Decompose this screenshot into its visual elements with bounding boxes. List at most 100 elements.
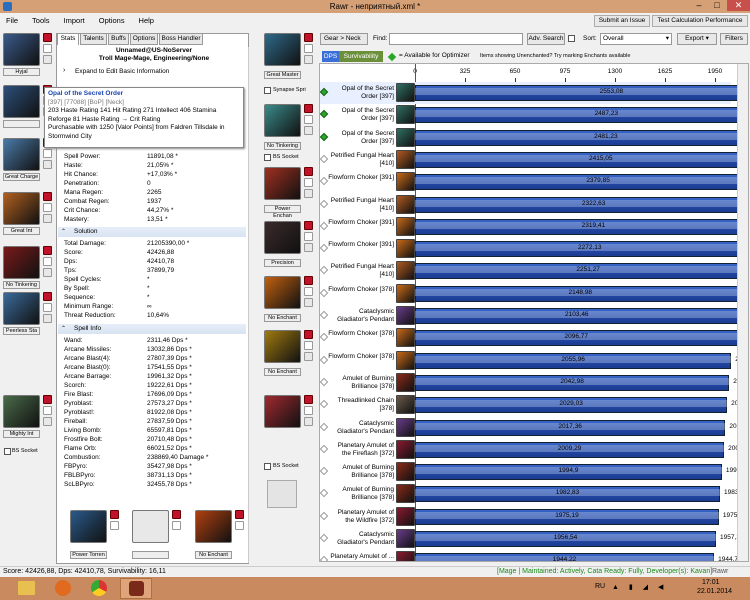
gear-slot-icon[interactable] <box>264 276 301 309</box>
gear-slot-icon[interactable] <box>264 221 301 254</box>
gem-socket-icon[interactable] <box>43 246 52 255</box>
tab-buffs[interactable]: Buffs <box>108 33 129 45</box>
gem-socket-empty[interactable] <box>304 406 313 415</box>
gear-slot-icon[interactable] <box>264 104 301 137</box>
optimizer-availability-icon[interactable] <box>320 132 329 141</box>
gem-socket-empty[interactable] <box>304 232 313 241</box>
chart-item-row[interactable]: Cataclysmic Gladiator's Pendant 1956,54 19… <box>320 528 744 550</box>
minimize-button[interactable]: – <box>690 0 708 11</box>
optimizer-availability-icon[interactable] <box>320 422 329 431</box>
reforge-icon[interactable] <box>304 189 313 198</box>
optimizer-availability-icon[interactable] <box>320 154 329 164</box>
maximize-button[interactable]: □ <box>708 0 726 11</box>
gem-socket-icon[interactable] <box>304 395 313 404</box>
chart-item-row[interactable]: Opal of the Secret Order [397]2553,08255… <box>320 82 748 104</box>
reforge-icon[interactable] <box>43 55 52 64</box>
optimizer-availability-icon[interactable] <box>320 176 329 186</box>
gem-socket-empty[interactable] <box>43 406 52 415</box>
menu-options[interactable]: Options <box>93 13 131 25</box>
gem-socket-icon[interactable] <box>304 330 313 339</box>
submit-issue-button[interactable]: Submit an Issue <box>594 15 650 27</box>
optimizer-availability-icon[interactable] <box>320 243 329 253</box>
gear-slot-icon[interactable] <box>264 395 301 428</box>
gear-slot-icon[interactable] <box>132 510 169 543</box>
socket-checkbox[interactable] <box>264 463 271 470</box>
optimizer-availability-icon[interactable] <box>320 288 329 297</box>
reforge-icon[interactable] <box>43 268 52 277</box>
menu-import[interactable]: Import <box>58 13 91 25</box>
tab-talents[interactable]: Talents <box>80 33 107 45</box>
gem-socket-icon[interactable] <box>172 510 181 519</box>
gear-slot-icon[interactable] <box>3 395 40 428</box>
spell-info-header[interactable]: Spell Info <box>58 324 246 334</box>
bs-socket-checkbox[interactable] <box>4 448 11 455</box>
gem-socket-icon[interactable] <box>235 510 244 519</box>
tab-stats[interactable]: Stats <box>57 33 79 45</box>
optimizer-availability-icon[interactable] <box>320 511 329 520</box>
optimizer-availability-icon[interactable] <box>320 266 329 275</box>
close-button[interactable]: ✕ <box>727 0 750 11</box>
solution-header[interactable]: Solution <box>58 227 246 237</box>
optimizer-availability-icon[interactable] <box>320 556 329 561</box>
gear-slot-icon[interactable] <box>195 510 232 543</box>
chart-item-row[interactable]: Flowform Choker [391]2379,852380,42 <box>320 171 748 193</box>
reforge-icon[interactable] <box>304 352 313 361</box>
stats-scrollbar[interactable] <box>248 47 249 563</box>
optimizer-availability-icon[interactable] <box>320 533 329 543</box>
gem-socket-icon[interactable] <box>304 167 313 176</box>
chart-item-row[interactable]: Petrified Fungal Heart [410]2322,632323,… <box>320 194 748 216</box>
gem-socket-icon[interactable] <box>43 292 52 301</box>
chart-item-row[interactable]: Planetary Amulet of ... 1944,22 1944,7 <box>320 550 738 561</box>
gem-socket-icon[interactable] <box>304 33 313 42</box>
chart-item-row[interactable]: Amulet of Burning Brilliance [378] 1982,8… <box>320 483 748 505</box>
gem-socket-icon[interactable] <box>304 221 313 230</box>
gear-slot-icon[interactable] <box>264 167 301 200</box>
gem-socket-empty[interactable] <box>43 303 52 312</box>
reforge-icon[interactable] <box>43 314 52 323</box>
adv-search-button[interactable]: Adv. Search <box>527 33 565 45</box>
chart-item-row[interactable]: Planetary Amulet of the Wildfire [372] 19… <box>320 506 746 528</box>
chart-scrollbar[interactable] <box>737 64 748 561</box>
optimizer-availability-icon[interactable] <box>320 444 329 454</box>
gear-slot-icon[interactable] <box>3 292 40 325</box>
optimizer-availability-icon[interactable] <box>320 310 329 320</box>
gem-socket-empty[interactable] <box>304 341 313 350</box>
keyboard-language[interactable]: RU <box>595 583 605 590</box>
socket-checkbox[interactable] <box>264 154 271 161</box>
chart-item-row[interactable]: Petrified Fungal Heart [410]2415,052415,… <box>320 149 748 171</box>
chart-item-row[interactable]: Cataclysmic Gladiator's Pendant2017,3620… <box>320 417 748 439</box>
gear-slot-icon[interactable] <box>3 33 40 66</box>
menu-file[interactable]: File <box>0 13 24 25</box>
gem-socket-icon[interactable] <box>110 510 119 519</box>
gem-socket-icon[interactable] <box>43 395 52 404</box>
gem-socket-empty[interactable] <box>235 521 244 530</box>
expand-arrow-icon[interactable]: › <box>63 67 65 74</box>
optimizer-availability-icon[interactable] <box>320 110 329 119</box>
test-performance-button[interactable]: Test Calculation Performance <box>652 15 748 27</box>
reforge-icon[interactable] <box>304 243 313 252</box>
adv-search-checkbox[interactable] <box>568 35 575 42</box>
gem-socket-icon[interactable] <box>43 33 52 42</box>
optimizer-availability-icon[interactable] <box>320 466 329 476</box>
optimizer-availability-icon[interactable] <box>320 355 329 364</box>
file-explorer-icon[interactable] <box>18 581 35 595</box>
gem-socket-empty[interactable] <box>172 521 181 530</box>
export-button[interactable]: Export ▾ <box>677 33 717 45</box>
gear-slot-icon[interactable] <box>3 246 40 279</box>
gem-socket-empty[interactable] <box>43 44 52 53</box>
tray-icons[interactable]: ▲ ▮ ◢ ◀ <box>612 583 682 593</box>
chart-item-row[interactable]: Flowform Choker [391]2272,132272,7 <box>320 238 748 260</box>
gear-slot-icon[interactable] <box>3 85 40 118</box>
sort-select[interactable]: Overall ▾ <box>600 33 672 45</box>
reforge-icon[interactable] <box>43 160 52 169</box>
chart-item-row[interactable]: Flowform Choker [391]2319,412319,97 <box>320 216 748 238</box>
gem-socket-empty[interactable] <box>304 115 313 124</box>
optimizer-availability-icon[interactable] <box>320 333 329 342</box>
reforge-icon[interactable] <box>43 214 52 223</box>
menu-tools[interactable]: Tools <box>26 13 56 25</box>
gear-slot-icon[interactable] <box>264 330 301 363</box>
rawr-taskbar-button[interactable] <box>120 578 152 599</box>
chart-item-row[interactable]: Planetary Amulet of the Fireflash [372] 2… <box>320 439 748 461</box>
find-input[interactable] <box>389 33 523 45</box>
gear-slot-icon[interactable] <box>264 33 301 66</box>
